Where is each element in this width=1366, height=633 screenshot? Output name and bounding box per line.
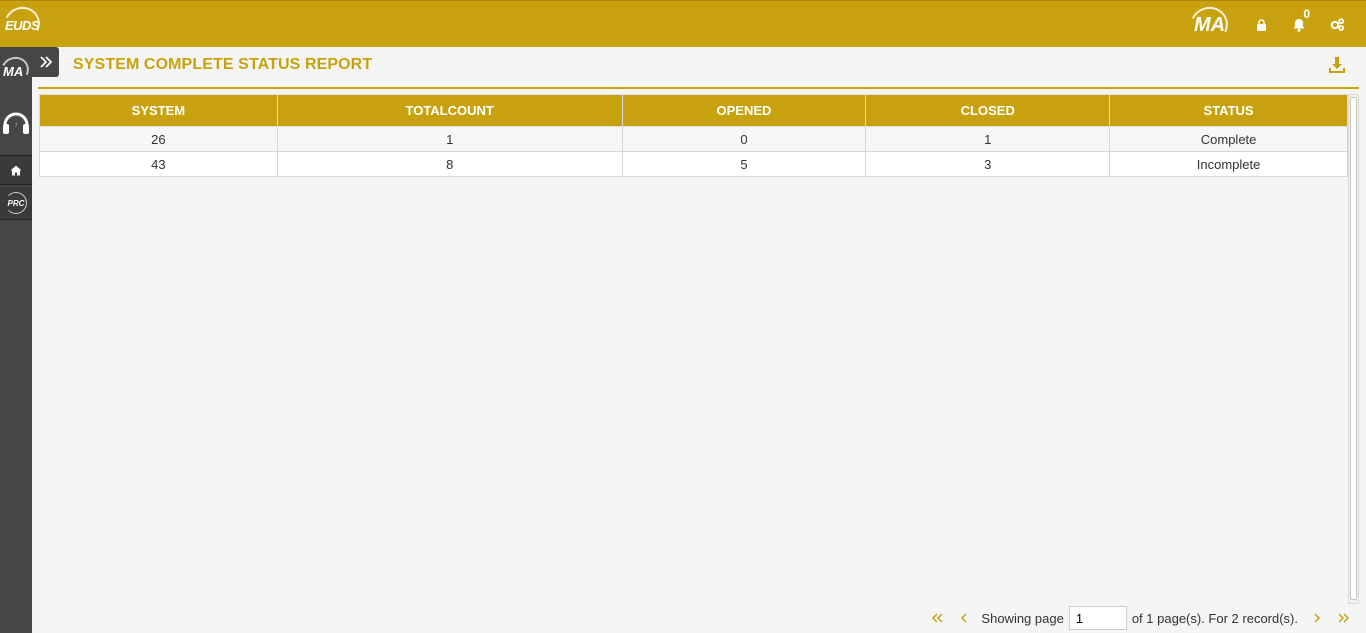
scrollbar-thumb[interactable]	[1350, 97, 1357, 600]
column-header-totalcount[interactable]: TOTALCOUNT	[276, 94, 623, 127]
vertical-scrollbar[interactable]	[1348, 94, 1359, 604]
cell-totalcount: 8	[276, 151, 623, 177]
euds-logo[interactable]: EUDS	[0, 1, 45, 47]
notification-count: 0	[1303, 7, 1310, 21]
svg-text:7: 7	[14, 123, 17, 129]
cell-opened: 5	[621, 151, 867, 177]
sidebar-item-home[interactable]	[0, 155, 32, 185]
first-page-button[interactable]	[925, 610, 951, 627]
column-header-opened[interactable]: OPENED	[621, 94, 867, 127]
double-chevron-right-icon	[1338, 612, 1350, 623]
euds-logo-text: EUDS	[5, 18, 40, 33]
cell-totalcount: 1	[276, 126, 623, 152]
table-row[interactable]: 43 8 5 3 Incomplete	[39, 151, 1348, 177]
column-header-system[interactable]: SYSTEM	[39, 94, 278, 127]
gears-icon	[1330, 18, 1344, 31]
sidebar-item-prc[interactable]: PRC	[0, 187, 32, 220]
home-icon	[10, 165, 22, 175]
lock-icon	[1256, 18, 1266, 31]
chevron-left-icon	[961, 612, 967, 623]
pager-showing-label: Showing page	[981, 610, 1064, 626]
support-button[interactable]: 7	[0, 105, 32, 139]
sidebar-expand-button[interactable]	[32, 47, 59, 77]
page-number-input[interactable]	[1068, 606, 1127, 630]
cell-closed: 3	[865, 151, 1111, 177]
left-sidebar: MA 7 PRC	[0, 47, 33, 633]
double-chevron-right-icon	[39, 56, 52, 68]
prc-logo: PRC	[5, 192, 27, 214]
headset-icon: 7	[3, 112, 29, 134]
cell-status: Incomplete	[1109, 151, 1348, 177]
sidebar-ma-logo[interactable]: MA	[0, 52, 33, 88]
table-header-row: SYSTEM TOTALCOUNT OPENED CLOSED STATUS	[39, 94, 1348, 127]
page-title: SYSTEM COMPLETE STATUS REPORT	[73, 56, 373, 73]
lock-button[interactable]	[1242, 1, 1280, 48]
next-page-button[interactable]	[1304, 610, 1330, 627]
last-page-button[interactable]	[1330, 610, 1356, 627]
table-row[interactable]: 26 1 0 1 Complete	[39, 126, 1348, 152]
chevron-right-icon	[1314, 612, 1321, 623]
cell-system: 43	[39, 151, 278, 177]
report-grid: SYSTEM TOTALCOUNT OPENED CLOSED STATUS 2…	[39, 94, 1359, 604]
settings-button[interactable]	[1318, 1, 1356, 48]
report-table: SYSTEM TOTALCOUNT OPENED CLOSED STATUS 2…	[39, 94, 1348, 177]
download-button[interactable]	[1328, 57, 1348, 75]
double-chevron-left-icon	[932, 612, 943, 623]
pagination: Showing page of 1 page(s). For 2 record(…	[925, 606, 1356, 630]
ma-logo-text: MA	[1194, 13, 1226, 36]
column-header-status[interactable]: STATUS	[1109, 94, 1348, 127]
pager-summary: of 1 page(s). For 2 record(s).	[1131, 610, 1298, 626]
column-header-closed[interactable]: CLOSED	[865, 94, 1111, 127]
header-actions: MA 0	[1184, 1, 1356, 48]
top-header: EUDS MA 0	[0, 0, 1366, 48]
cell-opened: 0	[621, 126, 867, 152]
cell-closed: 1	[865, 126, 1111, 152]
title-divider	[38, 87, 1359, 89]
cell-status: Complete	[1109, 126, 1348, 152]
sidebar-ma-logo-text: MA	[3, 64, 24, 79]
notifications-button[interactable]: 0	[1280, 1, 1318, 48]
download-icon	[1329, 57, 1345, 73]
ma-logo: MA	[1184, 1, 1234, 48]
prev-page-button[interactable]	[951, 610, 977, 627]
prc-logo-text: PRC	[7, 198, 25, 208]
cell-system: 26	[39, 126, 278, 152]
